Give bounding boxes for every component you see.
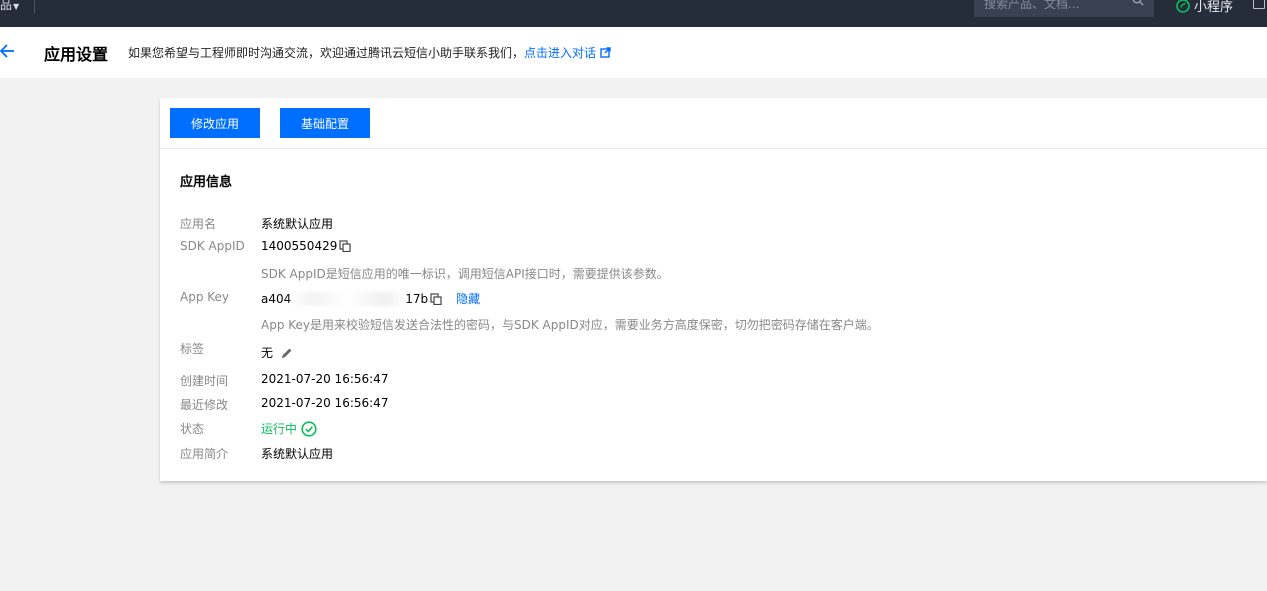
status-badge: 运行中: [261, 422, 298, 436]
appid-label: SDK AppID: [180, 239, 245, 253]
desc-label: 应用简介: [180, 447, 229, 461]
copy-icon[interactable]: [430, 292, 442, 305]
appid-value: 1400550429: [261, 239, 338, 253]
external-link-icon: [600, 47, 611, 58]
appkey-prefix: a404: [261, 291, 292, 306]
product-menu-label: 品: [0, 0, 13, 12]
search-icon[interactable]: [1132, 0, 1144, 6]
appkey-suffix: 17b: [405, 291, 429, 306]
modified-label: 最近修改: [180, 398, 229, 412]
page-header: 应用设置 如果您希望与工程师即时沟通交流，欢迎通过腾讯云短信小助手联系我们，点击…: [0, 27, 1267, 78]
edit-app-button[interactable]: 修改应用: [170, 108, 260, 138]
status-row: 运行中: [261, 420, 317, 437]
support-hint-text: 如果您希望与工程师即时沟通交流，欢迎通过腾讯云短信小助手联系我们，: [128, 46, 525, 60]
tag-row: 无: [261, 344, 293, 361]
status-label: 状态: [180, 422, 205, 436]
support-hint: 如果您希望与工程师即时沟通交流，欢迎通过腾讯云短信小助手联系我们，点击进入对话: [128, 44, 611, 61]
back-arrow-icon[interactable]: [0, 41, 16, 61]
product-menu[interactable]: 品▼: [0, 0, 19, 13]
tag-label: 标签: [180, 342, 205, 356]
basic-config-button[interactable]: 基础配置: [280, 108, 370, 138]
mini-program-icon: [1176, 0, 1190, 13]
app-name-label: 应用名: [180, 217, 217, 231]
app-detail-card: 修改应用 基础配置 应用信息 应用名 系统默认应用 SDK AppID 1400…: [160, 98, 1267, 481]
check-circle-icon: [301, 420, 317, 437]
window-icon[interactable]: [1253, 0, 1265, 9]
navbar-divider: [34, 0, 35, 13]
appkey-note: App Key是用来校验短信发送合法性的密码，与SDK AppID对应，需要业务…: [261, 318, 879, 332]
created-label: 创建时间: [180, 374, 229, 388]
app-name-value: 系统默认应用: [261, 217, 334, 231]
hide-appkey-link[interactable]: 隐藏: [456, 290, 480, 307]
appkey-label: App Key: [180, 290, 230, 304]
appkey-masked: [289, 291, 408, 306]
appid-note: SDK AppID是短信应用的唯一标识，调用短信API接口时，需要提供该参数。: [261, 267, 669, 281]
search-input[interactable]: 搜索产品、文档...: [984, 0, 1079, 12]
pencil-icon[interactable]: [281, 347, 293, 359]
copy-icon[interactable]: [339, 240, 351, 252]
desc-value: 系统默认应用: [261, 447, 334, 461]
created-value: 2021-07-20 16:56:47: [261, 372, 389, 386]
chat-link[interactable]: 点击进入对话: [524, 46, 611, 60]
section-title: 应用信息: [180, 175, 233, 190]
page-title: 应用设置: [44, 45, 109, 64]
appid-row: 1400550429: [261, 239, 351, 253]
mini-program-button[interactable]: 小程序: [1176, 0, 1233, 15]
chat-link-label: 点击进入对话: [524, 46, 597, 60]
caret-down-icon: ▼: [13, 2, 20, 11]
appkey-row: a404 17b 隐藏: [261, 290, 480, 307]
tag-value: 无: [261, 346, 274, 360]
mini-program-label: 小程序: [1194, 0, 1234, 15]
top-navbar: 品▼ 搜索产品、文档... 小程序: [0, 0, 1267, 27]
modified-value: 2021-07-20 16:56:47: [261, 396, 389, 410]
divider: [160, 148, 1267, 149]
global-search[interactable]: 搜索产品、文档...: [974, 0, 1154, 17]
